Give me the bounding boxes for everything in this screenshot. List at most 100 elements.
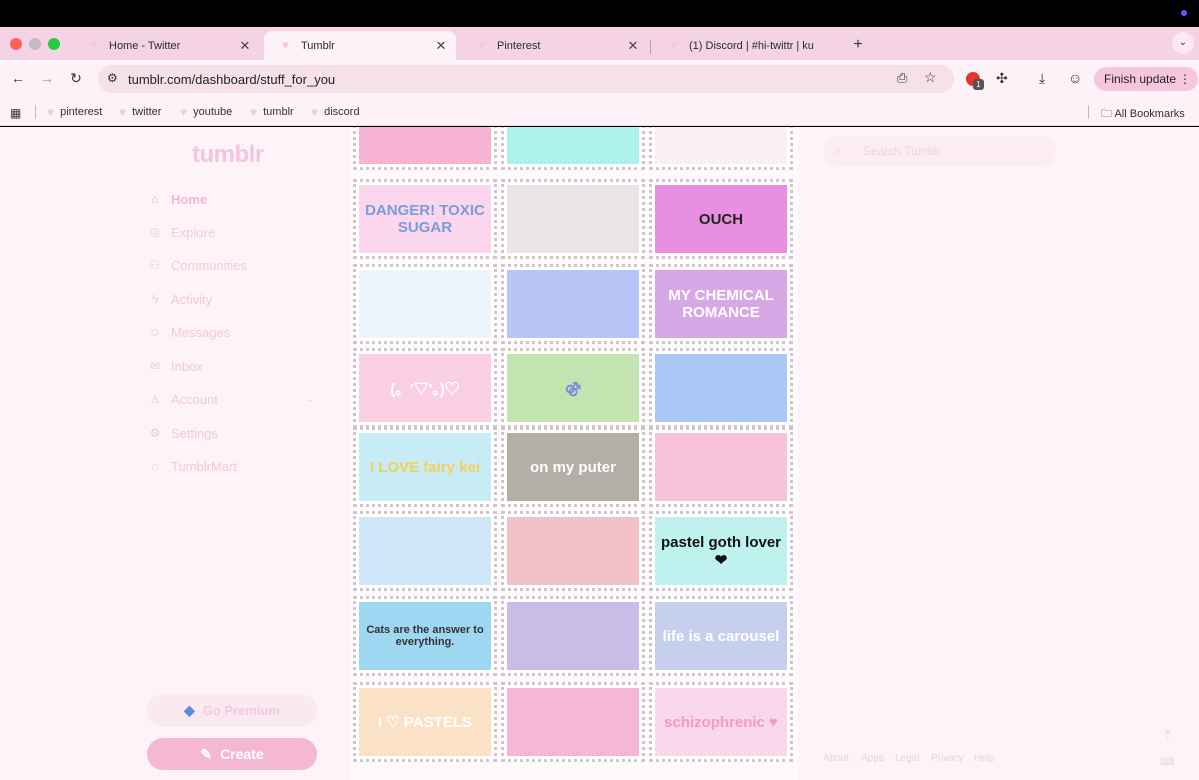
stamp-pusheen[interactable] [353, 511, 497, 591]
finish-update-button[interactable]: Finish update ⋮ [1094, 67, 1199, 91]
minimize-window-button[interactable] [29, 38, 41, 50]
stamp-my-chemical-romance[interactable]: MY CHEMICAL ROMANCE [649, 264, 793, 344]
stamp-fairy-kei[interactable]: I LOVE fairy kei [353, 427, 497, 507]
tab-tumblr[interactable]: ♥ Tumblr ✕ [264, 31, 456, 60]
nav-activity[interactable]: ϟ Activity [147, 288, 212, 310]
stamp-pink-candy[interactable] [353, 127, 497, 170]
tab-pinterest[interactable]: ♥ Pinterest ✕ [460, 31, 648, 60]
install-app-icon[interactable]: ⎙ [897, 70, 907, 86]
tab-discord[interactable]: ♥ (1) Discord | #hi-twittr | kudla [652, 31, 814, 60]
stamp-on-my-puter[interactable]: on my puter [501, 427, 645, 507]
stamp-pink-hair-doll[interactable] [501, 511, 645, 591]
reload-icon[interactable]: ↻ [66, 68, 86, 88]
stamp-pastel-ponies[interactable] [649, 427, 793, 507]
stamp-art: I LOVE fairy kei [359, 433, 491, 501]
stamp-kawaii-anime[interactable] [353, 264, 497, 344]
stamp-art: Cats are the answer to everything. [359, 602, 491, 670]
keyboard-icon[interactable]: ⌨ [1160, 757, 1174, 768]
bookmark-discord[interactable]: ♥ discord [311, 105, 360, 119]
maximize-window-button[interactable] [48, 38, 60, 50]
back-to-top-icon[interactable]: ⇡ [1162, 727, 1174, 744]
bookmark-tumblr[interactable]: ♥ tumblr [250, 105, 294, 119]
stamp-anime-girl[interactable] [649, 348, 793, 428]
back-arrow-icon[interactable]: ← [8, 68, 28, 88]
nav-inbox[interactable]: ✉ Inbox [147, 355, 203, 377]
more-menu-icon[interactable]: ⋮ [1179, 67, 1191, 91]
stamp-carousel[interactable]: life is a carousel [649, 596, 793, 676]
stamp-i-love-pastels[interactable]: I ♡ PASTELS [353, 682, 497, 762]
stamp-cats-answer[interactable]: Cats are the answer to everything. [353, 596, 497, 676]
close-tab-icon[interactable]: ✕ [238, 38, 252, 54]
premium-label: Go Premium [202, 703, 281, 718]
close-window-button[interactable] [10, 38, 22, 50]
stamp-pastel-confetti[interactable] [501, 264, 645, 344]
stamp-cat-nose[interactable] [501, 179, 645, 259]
forward-arrow-icon[interactable]: → [37, 68, 57, 88]
nav-explore[interactable]: ◎ Explore [147, 221, 215, 243]
nav-label: Activity [171, 291, 213, 307]
stamp-kaomoji[interactable]: (。'▽'。)♡ [353, 348, 497, 428]
tab-twitter[interactable]: ♥ Home - Twitter ✕ [72, 31, 260, 60]
tab-title: Pinterest [497, 39, 541, 52]
tab-search-chevron-icon[interactable]: ⌄ [1172, 32, 1194, 54]
bookmark-label: tumblr [263, 106, 294, 118]
footer-help-link[interactable]: Help [974, 753, 995, 764]
stamp-pastel-goth-lover[interactable]: pastel goth lover ❤ [649, 511, 793, 591]
stamp-pink-fluffy[interactable] [501, 682, 645, 762]
stamp-pastel-symbol[interactable]: ⚣ [501, 348, 645, 428]
download-icon[interactable]: ⤓ [1039, 70, 1045, 87]
nav-settings[interactable]: ⚙ Settings [147, 422, 218, 444]
footer-about-link[interactable]: About [823, 753, 849, 764]
footer-apps-link[interactable]: Apps [861, 753, 884, 764]
extensions-puzzle-icon[interactable]: ✣ [996, 70, 1008, 87]
bookmark-pinterest[interactable]: ♥ pinterest [47, 105, 102, 119]
footer-legal-link[interactable]: Legal [895, 753, 919, 764]
stamp-schizophrenic[interactable]: schizophrenic ♥ [649, 682, 793, 762]
stamp-art: schizophrenic ♥ [655, 688, 787, 756]
stamp-danger-toxic-sugar[interactable]: DANGER! TOXIC SUGAR [353, 179, 497, 259]
address-url[interactable]: tumblr.com/dashboard/stuff_for_you [128, 72, 335, 87]
close-tab-icon[interactable]: ✕ [626, 38, 640, 54]
stamp-pastel-crosses[interactable] [501, 596, 645, 676]
profile-avatar-icon[interactable]: ☺ [1068, 70, 1082, 86]
bookmark-twitter[interactable]: ♥ twitter [119, 105, 161, 119]
new-tab-plus-icon[interactable]: + [850, 36, 866, 54]
nav-label: Home [171, 191, 208, 207]
stamp-art [359, 127, 491, 164]
bookmark-youtube[interactable]: ♥ youtube [180, 105, 232, 119]
tab-strip: ♥ Home - Twitter ✕ ♥ Tumblr ✕ ♥ Pinteres… [0, 27, 1199, 60]
apps-grid-icon[interactable]: ▦ [10, 106, 21, 120]
nav-tumblrmart[interactable]: ⌂ TumblrMart [147, 455, 237, 477]
go-premium-button[interactable]: ◆ Go Premium [147, 694, 317, 727]
tab-divider [650, 40, 651, 54]
site-settings-icon[interactable]: ⚙ [107, 71, 118, 85]
search-tumblr-input[interactable]: ⌕ Search Tumblr [823, 136, 1056, 166]
stamp-ouch[interactable]: OUCH [649, 179, 793, 259]
nav-home[interactable]: ⌂ Home [147, 188, 207, 210]
shop-icon: ⌂ [151, 459, 159, 473]
heart-icon: ♥ [180, 105, 188, 119]
create-label: Create [220, 746, 264, 762]
nav-communities[interactable]: ⚇ Communities [147, 254, 247, 276]
nav-label: Messages [171, 324, 231, 340]
footer-privacy-link[interactable]: Privacy [931, 753, 964, 764]
create-button[interactable]: ✎ Create [147, 738, 317, 770]
close-tab-icon[interactable]: ✕ [434, 38, 448, 54]
bookmark-label: discord [324, 106, 360, 118]
heart-favicon-icon: ♥ [282, 38, 290, 52]
tumblr-logo[interactable]: tumblr [192, 141, 264, 169]
stamp-cat-cloud[interactable] [501, 127, 645, 170]
stamp-unicorn[interactable] [649, 127, 793, 170]
bookmark-label: pinterest [60, 106, 103, 118]
stamp-art: life is a carousel [655, 602, 787, 670]
all-bookmarks-button[interactable]: 🗀 All Bookmarks [1101, 105, 1185, 124]
bookmark-star-icon[interactable]: ☆ [924, 69, 937, 86]
chevron-down-icon[interactable]: ⌄ [306, 394, 314, 405]
bookmark-label: twitter [132, 106, 162, 118]
nav-account[interactable]: ♙ Account [147, 388, 218, 410]
address-bar[interactable]: ⚙ tumblr.com/dashboard/stuff_for_you ⎙ ☆ [98, 65, 954, 93]
finish-update-label: Finish update [1104, 72, 1177, 86]
nav-messages[interactable]: ☺ Messages [147, 321, 230, 343]
tab-title: (1) Discord | #hi-twittr | kudla [689, 39, 814, 52]
stamp-feed: DANGER! TOXIC SUGAR OUCH MY CHEMICAL ROMAN… [350, 127, 798, 780]
